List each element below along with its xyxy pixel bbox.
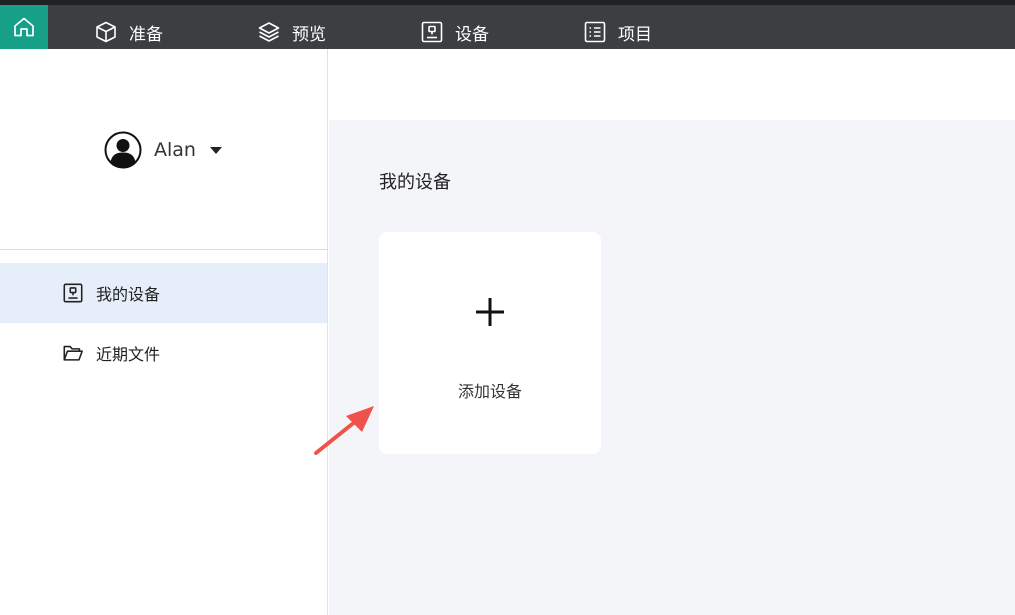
home-icon bbox=[14, 17, 34, 37]
top-nav: 准备 预览 设备 项目 bbox=[0, 0, 1015, 49]
user-avatar-icon bbox=[104, 131, 142, 169]
add-device-card[interactable]: 添加设备 bbox=[379, 232, 601, 454]
add-device-label: 添加设备 bbox=[457, 382, 522, 401]
nav-item-device[interactable]: 设备 bbox=[420, 10, 489, 54]
sidebar-item-my-devices[interactable]: 我的设备 bbox=[0, 263, 327, 323]
content-header bbox=[329, 49, 1015, 120]
user-name: Alan bbox=[154, 139, 196, 161]
list-icon bbox=[584, 21, 606, 43]
sidebar: Alan 我的设备 近期文件 bbox=[0, 49, 328, 615]
main-content: 我的设备 添加设备 bbox=[329, 120, 1015, 615]
folder-icon bbox=[63, 345, 83, 361]
caret-down-icon[interactable] bbox=[209, 146, 222, 154]
cube-icon bbox=[96, 21, 116, 43]
nav-item-project[interactable]: 项目 bbox=[583, 10, 652, 54]
device-icon bbox=[63, 283, 83, 303]
annotation-arrow-icon bbox=[314, 406, 374, 455]
sidebar-item-label: 我的设备 bbox=[96, 285, 161, 304]
home-button[interactable] bbox=[0, 5, 48, 49]
device-icon bbox=[421, 21, 443, 43]
plus-icon bbox=[476, 298, 504, 326]
nav-item-label: 项目 bbox=[618, 24, 652, 45]
nav-item-preview[interactable]: 预览 bbox=[257, 10, 326, 54]
app-window: 准备 预览 设备 项目 Alan 我的设备 近期文件 我的设备 添加设备 bbox=[0, 0, 1015, 615]
user-menu[interactable]: Alan bbox=[104, 131, 222, 169]
nav-item-prepare[interactable]: 准备 bbox=[94, 10, 163, 54]
nav-item-label: 设备 bbox=[455, 24, 489, 45]
nav-item-label: 预览 bbox=[292, 24, 326, 45]
section-title: 我的设备 bbox=[379, 172, 451, 193]
layers-icon bbox=[258, 22, 280, 42]
nav-item-label: 准备 bbox=[129, 24, 163, 45]
sidebar-item-label: 近期文件 bbox=[96, 345, 161, 364]
sidebar-item-recent-files[interactable]: 近期文件 bbox=[0, 323, 327, 383]
sidebar-divider bbox=[0, 249, 328, 250]
